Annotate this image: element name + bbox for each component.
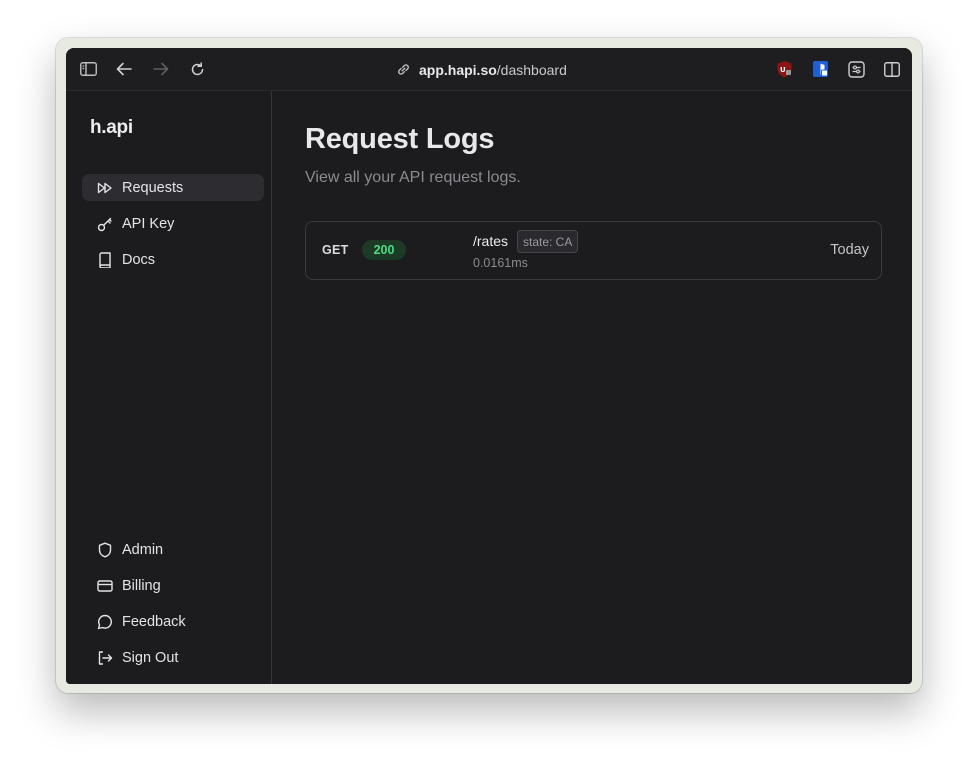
sidebar-item-label: Feedback [122, 613, 186, 630]
url-domain: app.hapi.so [419, 61, 497, 78]
forward-arrow-icon[interactable] [151, 59, 171, 79]
app-logo[interactable]: h.api [90, 117, 133, 139]
sidebar-item-label: Sign Out [122, 649, 179, 666]
bitwarden-icon[interactable] [810, 59, 830, 79]
sidebar-item-label: Billing [122, 577, 161, 594]
status-badge: 200 [362, 240, 406, 260]
page-title: Request Logs [305, 123, 495, 155]
sidebar-item-feedback[interactable]: Feedback [82, 608, 264, 635]
shield-icon [98, 542, 112, 557]
sidebar-toggle-icon[interactable] [78, 59, 98, 79]
log-row[interactable]: GET 200 /rates state: CA 0.0161ms Today [305, 221, 882, 280]
sidebar-item-api-key[interactable]: API Key [82, 210, 264, 237]
endpoint-path: /rates [473, 233, 509, 249]
back-arrow-icon[interactable] [114, 59, 134, 79]
browser-content: app.hapi.so/dashboard U h.api Requests A… [66, 48, 912, 684]
ublock-icon[interactable]: U [774, 59, 794, 79]
book-icon [99, 251, 111, 268]
link-icon [398, 64, 409, 75]
sidebar-item-docs[interactable]: Docs [82, 246, 264, 273]
chat-bubble-icon [97, 614, 112, 629]
sidebar-item-label: Requests [122, 179, 184, 196]
settings-sliders-icon[interactable] [846, 59, 866, 79]
browser-window: app.hapi.so/dashboard U h.api Requests A… [56, 38, 922, 693]
sidebar-item-billing[interactable]: Billing [82, 572, 264, 599]
reload-icon[interactable] [187, 59, 207, 79]
split-view-icon[interactable] [882, 59, 902, 79]
sidebar-item-requests[interactable]: Requests [82, 174, 264, 201]
browser-toolbar: app.hapi.so/dashboard U [66, 48, 912, 91]
http-method: GET [322, 243, 349, 257]
main-content: Request Logs View all your API request l… [273, 91, 912, 684]
sidebar-item-label: API Key [122, 215, 175, 232]
fast-forward-icon [97, 182, 112, 193]
sign-out-icon [98, 650, 113, 665]
page-subtitle: View all your API request logs. [305, 169, 521, 186]
key-icon [97, 217, 112, 231]
sidebar: h.api Requests API Key Docs Admin Billin… [66, 91, 272, 684]
request-duration: 0.0161ms [473, 256, 528, 270]
sidebar-item-sign-out[interactable]: Sign Out [82, 644, 264, 671]
sidebar-item-admin[interactable]: Admin [82, 536, 264, 563]
credit-card-icon [97, 579, 113, 592]
svg-text:U: U [780, 66, 786, 74]
url-path: /dashboard [496, 61, 567, 78]
request-date: Today [830, 242, 869, 258]
sidebar-item-label: Admin [122, 541, 164, 558]
param-chip: state: CA [517, 230, 579, 253]
sidebar-item-label: Docs [122, 251, 156, 268]
address-bar[interactable]: app.hapi.so/dashboard [396, 48, 567, 91]
